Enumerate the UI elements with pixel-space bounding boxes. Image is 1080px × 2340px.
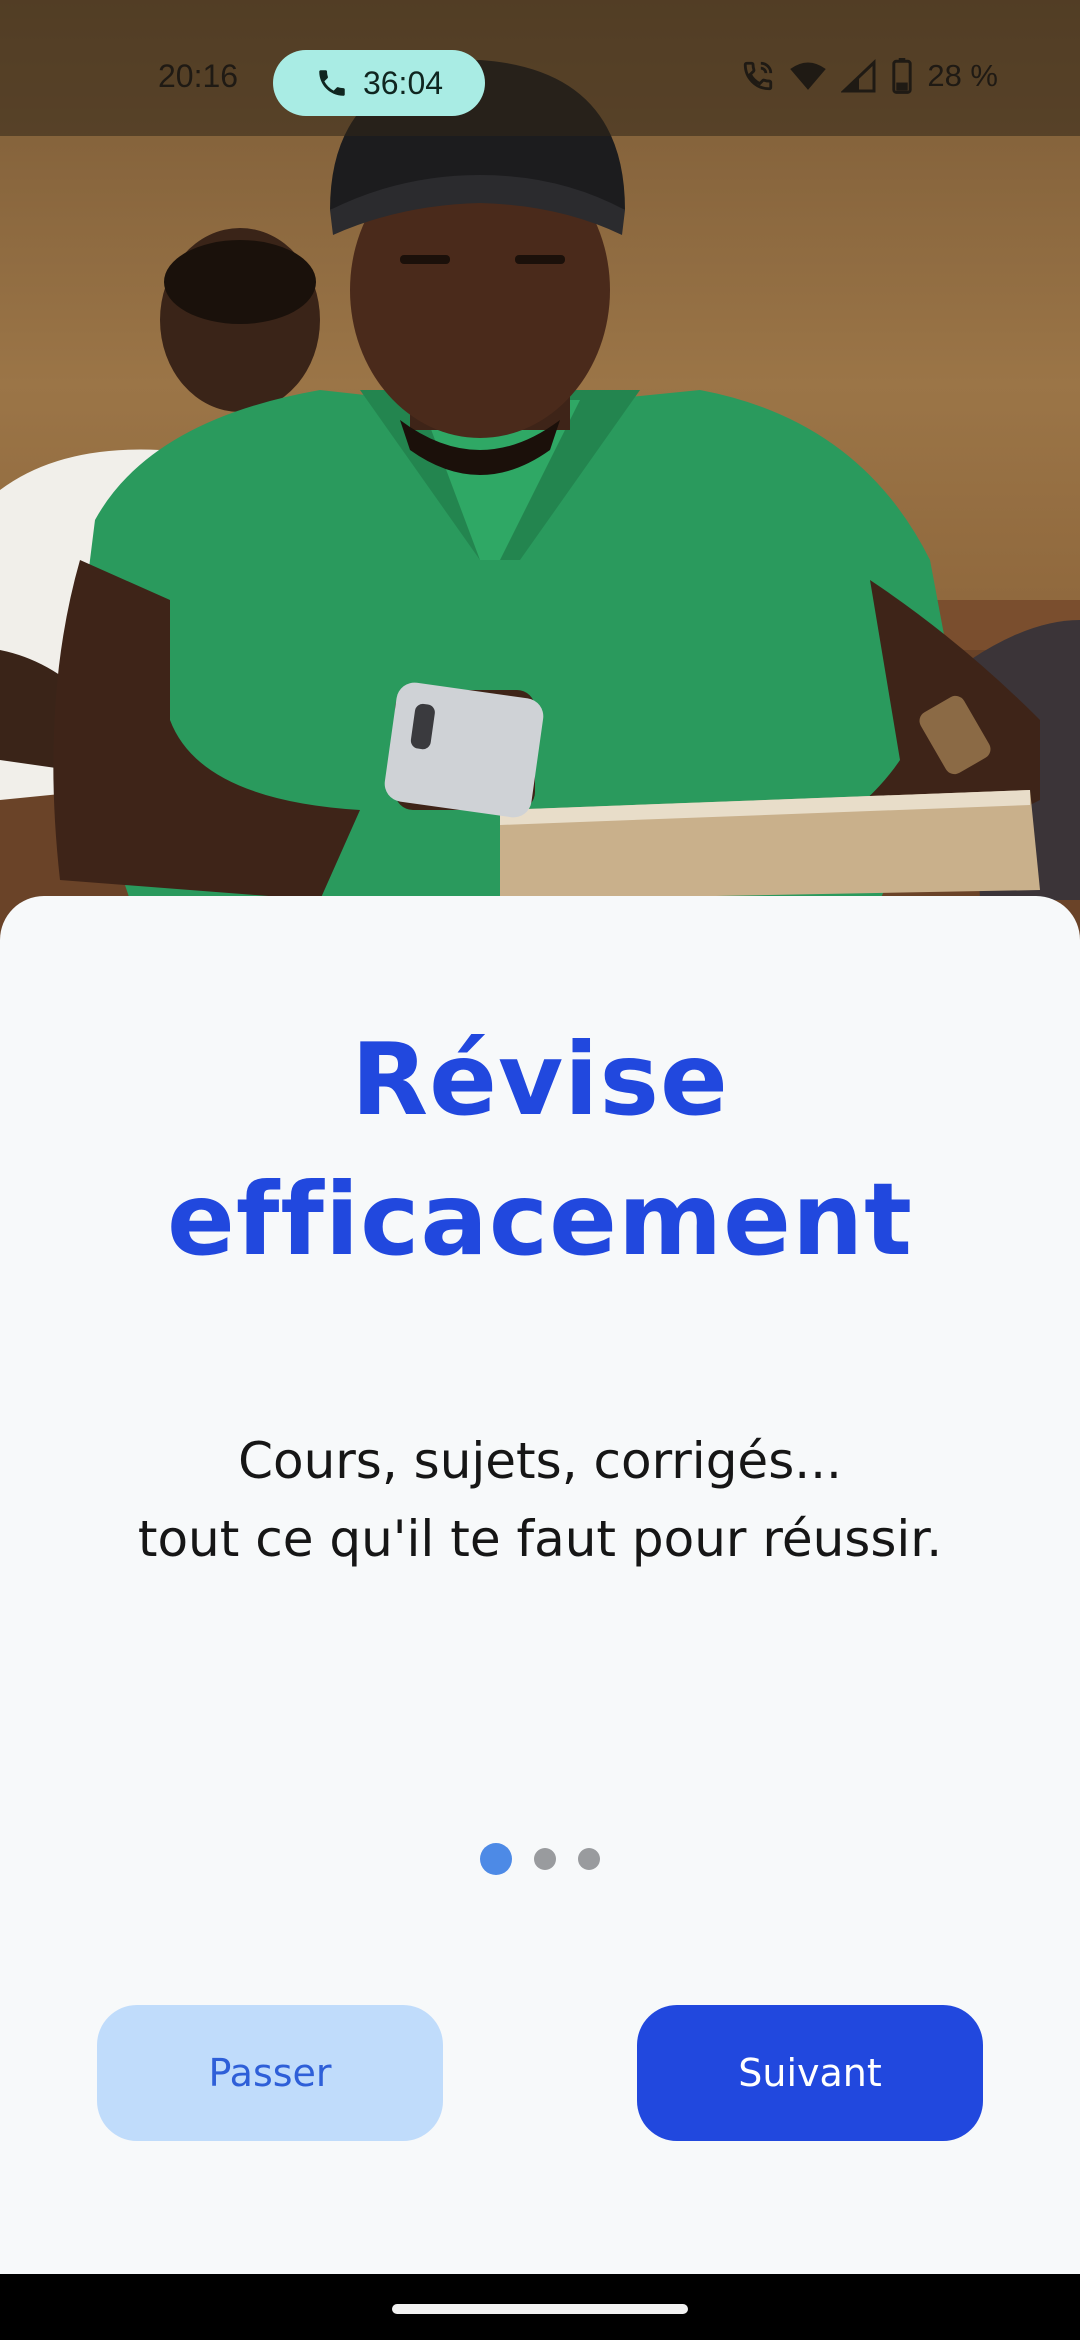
subtitle-line-2: tout ce qu'il te faut pour réussir. xyxy=(137,1510,943,1568)
page-dot-2[interactable] xyxy=(534,1848,556,1870)
call-wifi-icon xyxy=(744,61,773,91)
page-dot-1-active[interactable] xyxy=(480,1843,512,1875)
hero-image xyxy=(0,0,1080,960)
title-line-2: efficacement xyxy=(167,1161,913,1278)
onboarding-title: Révise efficacement xyxy=(60,1010,1020,1290)
student-illustration xyxy=(0,60,1080,960)
status-bar: 20:16 36:04 28 % xyxy=(0,0,1080,136)
subtitle-line-1: Cours, sujets, corrigés... xyxy=(238,1432,842,1490)
page-dot-3[interactable] xyxy=(578,1848,600,1870)
title-line-1: Révise xyxy=(351,1021,729,1138)
skip-button[interactable]: Passer xyxy=(97,2005,443,2141)
wifi-icon xyxy=(790,62,827,90)
onboarding-subtitle: Cours, sujets, corrigés... tout ce qu'il… xyxy=(60,1422,1020,1578)
cell-signal-icon xyxy=(841,59,876,93)
status-icons: 28 % xyxy=(741,58,998,94)
ongoing-call-chip[interactable]: 36:04 xyxy=(273,50,485,116)
battery-icon xyxy=(892,58,912,94)
home-indicator[interactable] xyxy=(392,2304,688,2314)
system-nav-bar xyxy=(0,2274,1080,2340)
status-time: 20:16 xyxy=(158,58,239,94)
next-button[interactable]: Suivant xyxy=(637,2005,983,2141)
battery-percent: 28 % xyxy=(927,58,998,93)
call-timer: 36:04 xyxy=(362,64,444,101)
phone-icon xyxy=(319,70,345,96)
page-indicator xyxy=(0,1843,1080,1875)
